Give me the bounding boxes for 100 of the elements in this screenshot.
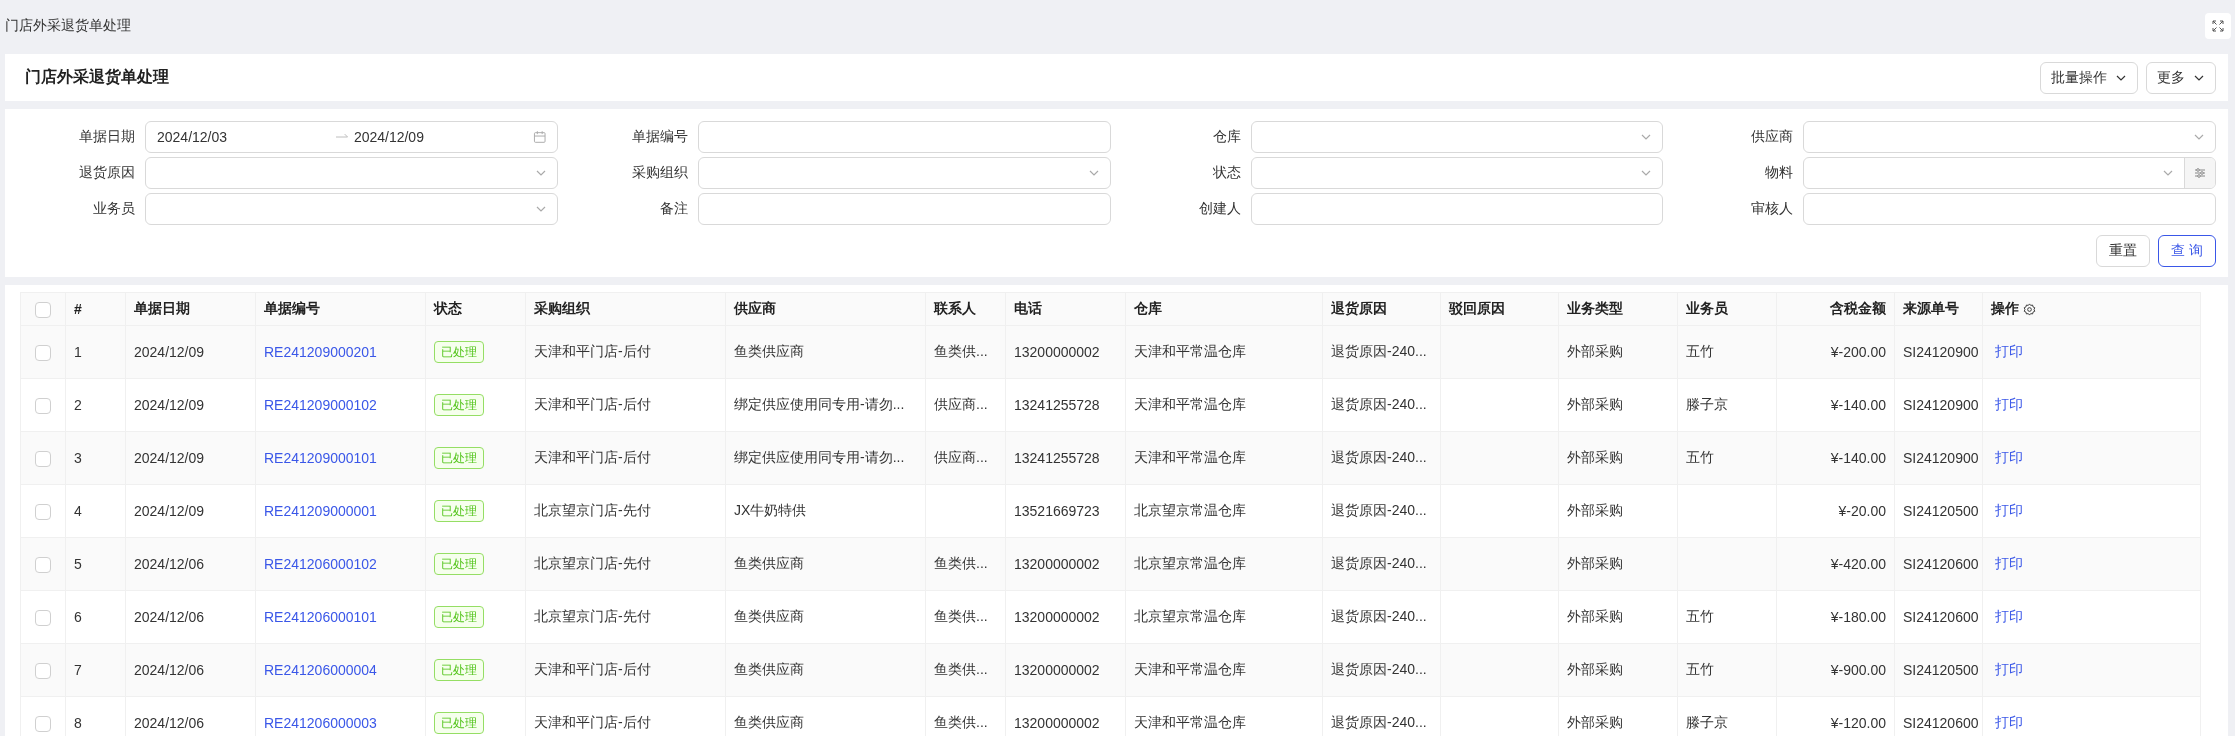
table-cell: 13200000002	[1005, 537, 1126, 591]
table-cell: SI24120900	[1894, 378, 1983, 432]
table-cell: 天津和平门店-后付	[525, 378, 726, 432]
input-field[interactable]	[697, 121, 1111, 153]
table-cell: 外部采购	[1558, 431, 1678, 485]
select-field[interactable]	[1803, 157, 2216, 189]
table-cell: SI24120500	[1894, 643, 1983, 697]
dropdown-button[interactable]: 更多	[2146, 61, 2216, 94]
date-range-field[interactable]: 2024/12/03 2024/12/09	[145, 121, 558, 153]
row-checkbox[interactable]	[35, 397, 51, 414]
table-cell: 3	[65, 431, 126, 485]
column-header: 含税金额	[1776, 292, 1895, 326]
table-cell: 退货原因-240...	[1322, 590, 1441, 644]
document-number-link[interactable]: RE241206000102	[264, 556, 377, 572]
table-cell: 13200000002	[1005, 643, 1126, 697]
fullscreen-button[interactable]	[2205, 13, 2231, 39]
input-field[interactable]	[1803, 193, 2216, 225]
row-checkbox[interactable]	[35, 344, 51, 361]
table-cell: 北京望京门店-先付	[525, 590, 726, 644]
table-cell: 7	[65, 643, 126, 697]
document-number-link[interactable]: RE241209000102	[264, 397, 377, 413]
table-cell: 鱼类供...	[925, 590, 1006, 644]
table-cell: 供应商...	[925, 378, 1006, 432]
document-number-link[interactable]: RE241209000201	[264, 344, 377, 360]
expand-icon	[2212, 20, 2224, 32]
row-checkbox[interactable]	[35, 715, 51, 732]
row-checkbox[interactable]	[35, 662, 51, 679]
status-tag: 已处理	[434, 659, 484, 681]
print-link[interactable]: 打印	[1991, 555, 2023, 571]
print-link[interactable]: 打印	[1991, 608, 2023, 624]
filter-options-button[interactable]	[2184, 158, 2215, 188]
select-field[interactable]	[1250, 157, 1664, 189]
table-cell: 13241255728	[1005, 431, 1126, 485]
table-cell: 外部采购	[1558, 484, 1678, 538]
field-label: 单据日期	[78, 128, 135, 146]
select-field[interactable]	[145, 157, 558, 189]
table-cell: SI24120600	[1894, 590, 1983, 644]
table-cell: 五竹	[1677, 643, 1777, 697]
table-cell: 鱼类供...	[925, 537, 1006, 591]
reset-button[interactable]: 重置	[2096, 235, 2151, 267]
field-label: 供应商	[1750, 128, 1794, 146]
select-field[interactable]	[145, 193, 558, 225]
search-button[interactable]: 查 询	[2158, 235, 2216, 267]
document-number-link[interactable]: RE241206000004	[264, 662, 377, 678]
table-cell: 北京望京常温仓库	[1125, 590, 1323, 644]
column-header: 单据编号	[255, 292, 426, 326]
document-number-link[interactable]: RE241209000001	[264, 503, 377, 519]
print-link[interactable]: 打印	[1991, 449, 2023, 465]
document-number-link[interactable]: RE241209000101	[264, 450, 377, 466]
table-cell: 退货原因-240...	[1322, 378, 1441, 432]
table-cell: 五竹	[1677, 325, 1777, 379]
table-cell: 天津和平门店-后付	[525, 643, 726, 697]
table-cell: SI24120600	[1894, 537, 1983, 591]
table-cell: 绑定供应使用同专用-请勿...	[725, 431, 926, 485]
table-cell: 外部采购	[1558, 590, 1678, 644]
column-header: 驳回原因	[1440, 292, 1559, 326]
field-label: 状态	[1211, 164, 1241, 182]
select-field[interactable]	[1250, 121, 1664, 153]
print-link[interactable]: 打印	[1991, 396, 2023, 412]
print-link[interactable]: 打印	[1991, 502, 2023, 518]
print-link[interactable]: 打印	[1991, 343, 2023, 359]
field-label: 创建人	[1197, 200, 1241, 218]
status-tag: 已处理	[434, 606, 484, 628]
print-link[interactable]: 打印	[1991, 714, 2023, 730]
status-tag: 已处理	[434, 341, 484, 363]
table-cell: SI24120500	[1894, 484, 1983, 538]
document-number-link[interactable]: RE241206000101	[264, 609, 377, 625]
row-checkbox[interactable]	[35, 450, 51, 467]
column-header: 供应商	[725, 292, 926, 326]
table-cell: 滕子京	[1677, 378, 1777, 432]
column-header: 业务类型	[1558, 292, 1678, 326]
calendar-icon	[533, 130, 547, 144]
select-field[interactable]	[697, 157, 1111, 189]
table-cell: 外部采购	[1558, 378, 1678, 432]
table-cell: 鱼类供...	[925, 325, 1006, 379]
row-checkbox[interactable]	[35, 503, 51, 520]
input-field[interactable]	[697, 193, 1111, 225]
table-cell: 鱼类供应商	[725, 643, 926, 697]
column-header: 操作	[1991, 300, 2019, 318]
row-checkbox[interactable]	[35, 556, 51, 573]
table-cell: 天津和平门店-后付	[525, 325, 726, 379]
table-cell: 5	[65, 537, 126, 591]
status-tag: 已处理	[434, 712, 484, 734]
print-link[interactable]: 打印	[1991, 661, 2023, 677]
table-cell: 2024/12/09	[125, 325, 256, 379]
select-all-checkbox[interactable]	[35, 301, 51, 318]
table-cell: 天津和平常温仓库	[1125, 325, 1323, 379]
input-field[interactable]	[1250, 193, 1664, 225]
status-tag: 已处理	[434, 553, 484, 575]
table-cell: 鱼类供应商	[725, 590, 926, 644]
column-header: 联系人	[925, 292, 1006, 326]
select-field[interactable]	[1803, 121, 2216, 153]
table-cell: 鱼类供应商	[725, 325, 926, 379]
row-checkbox[interactable]	[35, 609, 51, 626]
dropdown-button[interactable]: 批量操作	[2040, 61, 2138, 94]
table-cell: 2024/12/09	[125, 431, 256, 485]
settings-icon[interactable]	[2023, 302, 2036, 316]
table-cell: 天津和平门店-后付	[525, 431, 726, 485]
status-tag: 已处理	[434, 447, 484, 469]
field-label: 退货原因	[78, 164, 135, 182]
